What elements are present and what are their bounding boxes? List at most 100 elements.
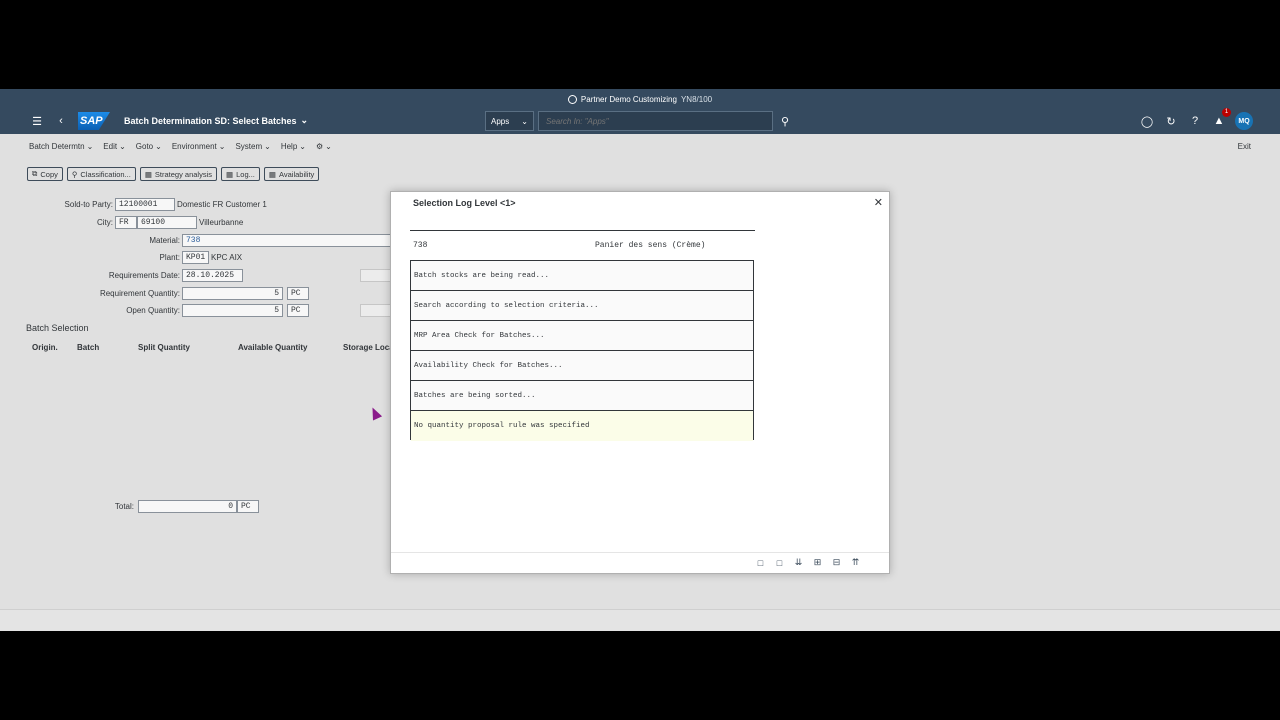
col-split-quantity[interactable]: Split Quantity bbox=[138, 343, 190, 352]
chevron-down-icon: ⌄ bbox=[299, 142, 306, 151]
lightbulb-icon[interactable]: ◯ bbox=[1139, 113, 1155, 129]
extra-field[interactable] bbox=[360, 269, 392, 282]
log-list: Batch stocks are being read... Search ac… bbox=[410, 260, 754, 441]
shell-bar: ☰ ‹ SAP Batch Determination SD: Select B… bbox=[0, 108, 1280, 134]
search-scope-select[interactable]: Apps ⌄ bbox=[485, 111, 534, 131]
magnifier-icon: ⚲ bbox=[71, 169, 78, 179]
copy-label: Copy bbox=[40, 169, 58, 179]
menu-system[interactable]: System ⌄ bbox=[235, 142, 270, 151]
menu-help[interactable]: Help ⌄ bbox=[281, 142, 306, 151]
tree-expand-icon[interactable]: ⊞ bbox=[812, 557, 823, 568]
search-scope-value: Apps bbox=[491, 116, 510, 126]
users-icon bbox=[567, 94, 577, 104]
plant-field[interactable]: KP01 bbox=[182, 251, 209, 264]
strategy-analysis-button[interactable]: ▦ Strategy analysis bbox=[139, 167, 218, 181]
sold-to-name: Domestic FR Customer 1 bbox=[177, 200, 267, 209]
copy-icon: ⧉ bbox=[32, 169, 38, 178]
sap-logo[interactable]: SAP bbox=[78, 112, 110, 130]
req-qty-unit[interactable]: PC bbox=[287, 287, 309, 300]
log-line[interactable]: Search according to selection criteria..… bbox=[411, 291, 753, 321]
menu-label: Help bbox=[280, 142, 298, 151]
app-title-button[interactable]: Batch Determination SD: Select Batches ⌄ bbox=[124, 115, 308, 126]
classification-label: Classification... bbox=[80, 169, 131, 179]
sold-to-label: Sold-to Party: bbox=[64, 200, 113, 209]
material-field[interactable]: 738 bbox=[182, 234, 392, 247]
double-chevron-up-icon[interactable]: ⇈ bbox=[850, 557, 861, 568]
chevron-down-icon: ⌄ bbox=[119, 142, 126, 151]
log-line[interactable]: MRP Area Check for Batches... bbox=[411, 321, 753, 351]
chevron-down-icon: ⌄ bbox=[300, 115, 309, 125]
plant-label: Plant: bbox=[159, 253, 180, 262]
menu-batch-determtn[interactable]: Batch Determtn ⌄ bbox=[29, 142, 93, 151]
chevron-down-icon: ⌄ bbox=[521, 116, 528, 126]
mouse-cursor bbox=[367, 405, 383, 421]
availability-label: Availability bbox=[278, 169, 315, 179]
help-icon[interactable]: ? bbox=[1187, 113, 1203, 129]
double-chevron-down-icon[interactable]: ⇊ bbox=[793, 557, 804, 568]
notifications-bell-icon[interactable]: ▲ 1 bbox=[1211, 108, 1231, 129]
search-input[interactable] bbox=[538, 111, 773, 131]
open-qty-label: Open Quantity: bbox=[126, 306, 180, 315]
expand-icon[interactable]: □ bbox=[755, 557, 766, 568]
req-qty-label: Requirement Quantity: bbox=[99, 289, 180, 298]
menu-edit[interactable]: Edit ⌄ bbox=[103, 142, 126, 151]
log-label: Log... bbox=[236, 169, 255, 179]
system-id: YN8/100 bbox=[680, 94, 713, 104]
log-icon: ▦ bbox=[226, 169, 234, 179]
chevron-down-icon: ⌄ bbox=[218, 142, 226, 151]
hamburger-menu-icon[interactable]: ☰ bbox=[29, 113, 45, 129]
menu-environment[interactable]: Environment ⌄ bbox=[172, 142, 226, 151]
col-batch[interactable]: Batch bbox=[77, 343, 99, 352]
batch-selection-title: Batch Selection bbox=[26, 323, 89, 333]
chevron-down-icon: ⌄ bbox=[86, 142, 94, 151]
log-line[interactable]: Batch stocks are being read... bbox=[411, 261, 753, 291]
dialog-title: Selection Log Level <1> bbox=[413, 198, 516, 208]
close-icon[interactable]: ✕ bbox=[874, 196, 883, 209]
log-line[interactable]: No quantity proposal rule was specified bbox=[411, 411, 753, 441]
open-qty-field[interactable]: 5 bbox=[182, 304, 283, 317]
req-date-label: Requirements Date: bbox=[108, 271, 180, 280]
search-icon[interactable]: ⚲ bbox=[777, 113, 793, 129]
availability-button[interactable]: ▦ Availability bbox=[263, 167, 320, 181]
refresh-icon[interactable]: ↻ bbox=[1163, 113, 1179, 129]
exit-button[interactable]: Exit bbox=[1238, 142, 1251, 151]
back-arrow-icon[interactable]: ‹ bbox=[53, 113, 69, 129]
dialog-toolbar: □ □ ⇊ ⊞ ⊟ ⇈ bbox=[755, 557, 861, 568]
col-storage-location[interactable]: Storage Loca bbox=[343, 343, 390, 352]
menu-label: Goto bbox=[135, 142, 154, 151]
dialog-material-description: Panier des sens (Crème) bbox=[595, 241, 706, 250]
postal-code-field[interactable]: 69100 bbox=[137, 216, 197, 229]
log-button[interactable]: ▦ Log... bbox=[221, 167, 260, 181]
sold-to-field[interactable]: 12100001 bbox=[115, 198, 175, 211]
req-qty-field[interactable]: 5 bbox=[182, 287, 283, 300]
menu-bar: Batch Determtn ⌄ Edit ⌄ Goto ⌄ Environment ⌄… bbox=[0, 134, 1280, 159]
status-bar bbox=[0, 609, 1280, 631]
app-title: Batch Determination SD: Select Batches bbox=[124, 115, 297, 126]
classification-button[interactable]: ⚲ Classification... bbox=[66, 167, 136, 181]
log-line[interactable]: Batches are being sorted... bbox=[411, 381, 753, 411]
tree-collapse-icon[interactable]: ⊟ bbox=[831, 557, 842, 568]
open-qty-unit[interactable]: PC bbox=[287, 304, 309, 317]
log-line[interactable]: Availability Check for Batches... bbox=[411, 351, 753, 381]
collapse-icon[interactable]: □ bbox=[774, 557, 785, 568]
settings-gear-menu[interactable]: ⚙ ⌄ bbox=[316, 142, 332, 151]
analysis-icon: ▦ bbox=[144, 169, 152, 179]
col-origin[interactable]: Origin. bbox=[32, 343, 58, 352]
strategy-label: Strategy analysis bbox=[154, 169, 213, 179]
col-available-quantity[interactable]: Available Quantity bbox=[238, 343, 308, 352]
menu-label: Edit bbox=[103, 142, 118, 151]
application-toolbar: ⧉ Copy ⚲ Classification... ▦ Strategy analy… bbox=[27, 167, 320, 181]
dialog-footer: □ □ ⇊ ⊞ ⊟ ⇈ bbox=[391, 552, 889, 574]
menu-goto[interactable]: Goto ⌄ bbox=[136, 142, 162, 151]
country-field[interactable]: FR bbox=[115, 216, 137, 229]
copy-button[interactable]: ⧉ Copy bbox=[27, 167, 63, 181]
extra-field-2[interactable] bbox=[360, 304, 392, 317]
dialog-material-header: 738 Panier des sens (Crème) bbox=[410, 230, 755, 260]
user-avatar[interactable]: MQ bbox=[1235, 112, 1253, 130]
shell-actions: ◯ ↻ ? ▲ 1 MQ bbox=[1139, 108, 1253, 130]
notification-count-badge: 1 bbox=[1222, 108, 1231, 117]
gear-icon: ⚙ bbox=[315, 142, 324, 151]
menu-label: Environment bbox=[171, 142, 217, 151]
req-date-field[interactable]: 28.10.2025 bbox=[182, 269, 243, 282]
availability-icon: ▦ bbox=[268, 169, 276, 179]
